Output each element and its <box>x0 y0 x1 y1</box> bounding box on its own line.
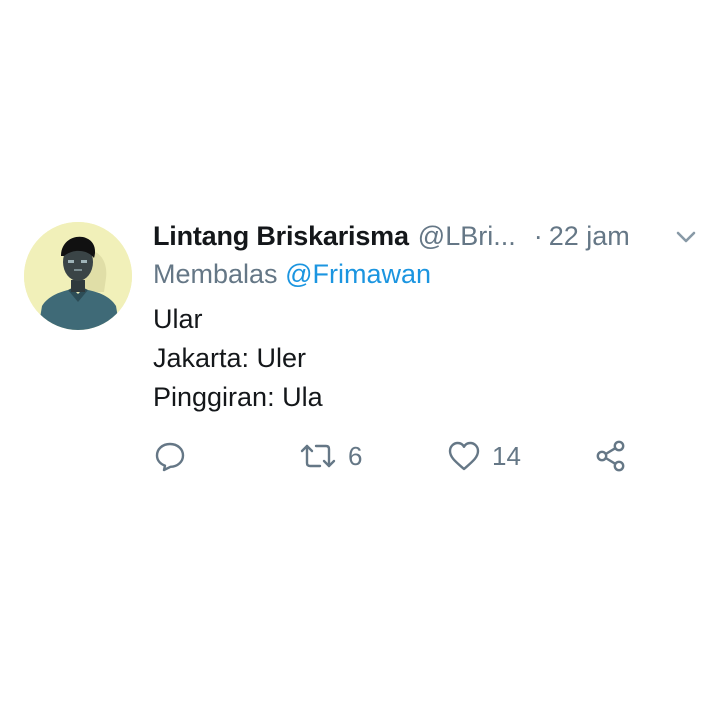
avatar-image <box>24 222 132 330</box>
tweet-text: Ular Jakarta: Uler Pinggiran: Ula <box>153 300 323 417</box>
retweet-button[interactable]: 6 <box>298 436 362 476</box>
reply-context: Membalas @Frimawan <box>153 259 431 290</box>
timestamp[interactable]: 22 jam <box>549 221 630 252</box>
reply-prefix: Membalas <box>153 259 278 289</box>
share-button[interactable] <box>594 436 628 476</box>
tweet-header: Lintang Briskarisma @LBri... · 22 jam <box>153 216 713 256</box>
tweet[interactable]: Lintang Briskarisma @LBri... · 22 jam Me… <box>0 0 720 720</box>
tweet-line: Pinggiran: Ula <box>153 382 323 412</box>
avatar[interactable] <box>24 222 132 330</box>
share-icon <box>594 439 628 473</box>
retweet-icon <box>298 439 338 473</box>
author-name[interactable]: Lintang Briskarisma <box>153 221 409 252</box>
like-button[interactable]: 14 <box>446 436 521 476</box>
reply-button[interactable] <box>153 436 187 476</box>
tweet-line: Ular <box>153 304 203 334</box>
action-bar: 6 14 <box>0 436 720 476</box>
like-count: 14 <box>492 440 521 471</box>
reply-bubble-icon <box>153 439 187 473</box>
author-handle[interactable]: @LBri... <box>418 221 516 252</box>
reply-mention-link[interactable]: @Frimawan <box>285 259 431 289</box>
tweet-line: Jakarta: Uler <box>153 343 307 373</box>
separator-dot: · <box>533 220 543 251</box>
retweet-count: 6 <box>348 440 363 471</box>
chevron-down-icon[interactable] <box>673 226 699 248</box>
heart-icon <box>446 439 482 473</box>
